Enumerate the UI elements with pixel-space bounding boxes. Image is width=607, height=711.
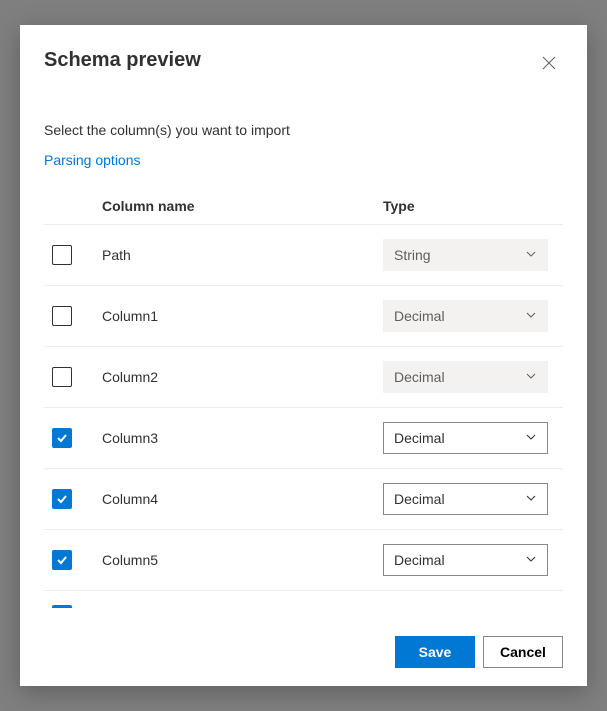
checkbox-cell [52, 550, 102, 570]
header-type: Type [383, 198, 563, 214]
row-checkbox[interactable] [52, 245, 72, 265]
modal-footer: Save Cancel [44, 618, 563, 668]
type-cell: Decimal [383, 483, 563, 515]
type-cell: Decimal [383, 544, 563, 576]
chevron-down-icon [525, 308, 537, 324]
type-cell: Decimal [383, 422, 563, 454]
row-checkbox[interactable] [52, 489, 72, 509]
row-checkbox[interactable] [52, 306, 72, 326]
type-dropdown[interactable]: Decimal [383, 422, 548, 454]
chevron-down-icon [525, 247, 537, 263]
column-name: Column2 [102, 369, 383, 385]
type-dropdown[interactable]: Decimal [383, 544, 548, 576]
type-value: Decimal [394, 369, 445, 385]
modal-subtitle: Select the column(s) you want to import [44, 122, 563, 138]
checkbox-cell [52, 367, 102, 387]
row-checkbox[interactable] [52, 367, 72, 387]
type-value: String [394, 247, 431, 263]
modal-title: Schema preview [44, 49, 201, 72]
cancel-button[interactable]: Cancel [483, 636, 563, 668]
checkbox-cell [52, 605, 102, 608]
table-row: Column2 Decimal [44, 346, 563, 407]
column-name: Column5 [102, 552, 383, 568]
checkbox-cell [52, 428, 102, 448]
type-value: Decimal [394, 552, 445, 568]
type-dropdown[interactable]: Decimal [383, 483, 548, 515]
columns-scroll-area[interactable]: Column name Type Path String Column1 Decima… [44, 188, 563, 618]
table-row [44, 590, 563, 608]
table-row: Column5 Decimal [44, 529, 563, 590]
type-dropdown: Decimal [383, 361, 548, 393]
save-button[interactable]: Save [395, 636, 475, 668]
chevron-down-icon [525, 369, 537, 385]
parsing-options-link[interactable]: Parsing options [44, 152, 563, 168]
columns-table: Column name Type Path String Column1 Decima… [44, 188, 563, 608]
column-name: Column3 [102, 430, 383, 446]
close-button[interactable] [535, 49, 563, 77]
type-dropdown: String [383, 239, 548, 271]
row-checkbox[interactable] [52, 428, 72, 448]
type-cell: Decimal [383, 361, 563, 393]
table-row: Column3 Decimal [44, 407, 563, 468]
table-row: Column4 Decimal [44, 468, 563, 529]
chevron-down-icon [525, 552, 537, 568]
column-name: Path [102, 247, 383, 263]
checkbox-cell [52, 489, 102, 509]
type-cell: Decimal [383, 300, 563, 332]
type-value: Decimal [394, 308, 445, 324]
table-row: Column1 Decimal [44, 285, 563, 346]
type-cell: String [383, 239, 563, 271]
type-value: Decimal [394, 491, 445, 507]
type-value: Decimal [394, 430, 445, 446]
row-checkbox[interactable] [52, 550, 72, 570]
chevron-down-icon [525, 491, 537, 507]
table-row: Path String [44, 224, 563, 285]
column-name: Column4 [102, 491, 383, 507]
type-dropdown: Decimal [383, 300, 548, 332]
checkbox-cell [52, 245, 102, 265]
checkbox-cell [52, 306, 102, 326]
chevron-down-icon [525, 430, 537, 446]
schema-preview-modal: Schema preview Select the column(s) you … [20, 25, 587, 686]
table-header: Column name Type [44, 188, 563, 224]
column-name: Column1 [102, 308, 383, 324]
row-checkbox[interactable] [52, 605, 72, 608]
modal-header: Schema preview [44, 49, 563, 77]
close-icon [542, 56, 556, 70]
header-name: Column name [102, 198, 383, 214]
